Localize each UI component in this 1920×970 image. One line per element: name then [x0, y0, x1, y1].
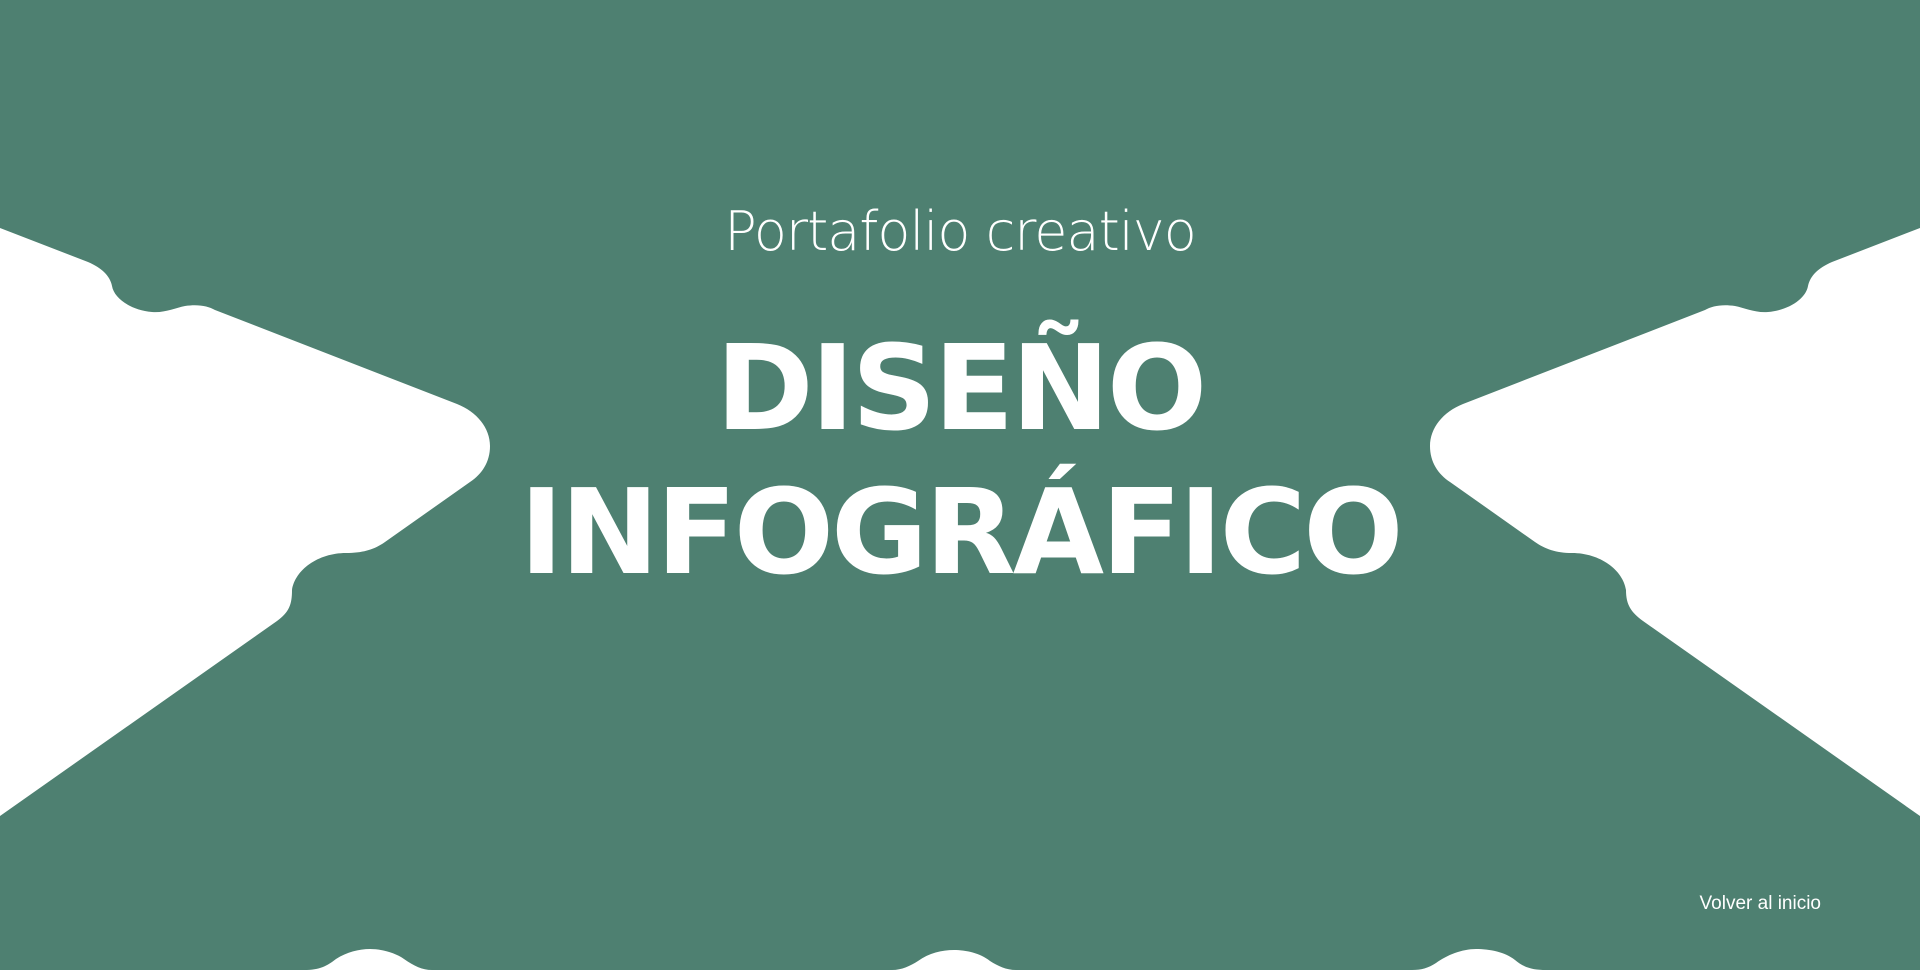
hero-page: Portafolio creativo DISEÑO INFOGRÁFICO V… — [0, 0, 1920, 970]
hero-title-line-1: DISEÑO — [715, 319, 1208, 457]
hero-subtitle: Portafolio creativo — [724, 200, 1197, 263]
hero-title-line-2: INFOGRÁFICO — [519, 463, 1403, 601]
back-to-home-link[interactable]: Volver al inicio — [1700, 892, 1821, 916]
hero-title: DISEÑO INFOGRÁFICO — [0, 316, 1920, 604]
